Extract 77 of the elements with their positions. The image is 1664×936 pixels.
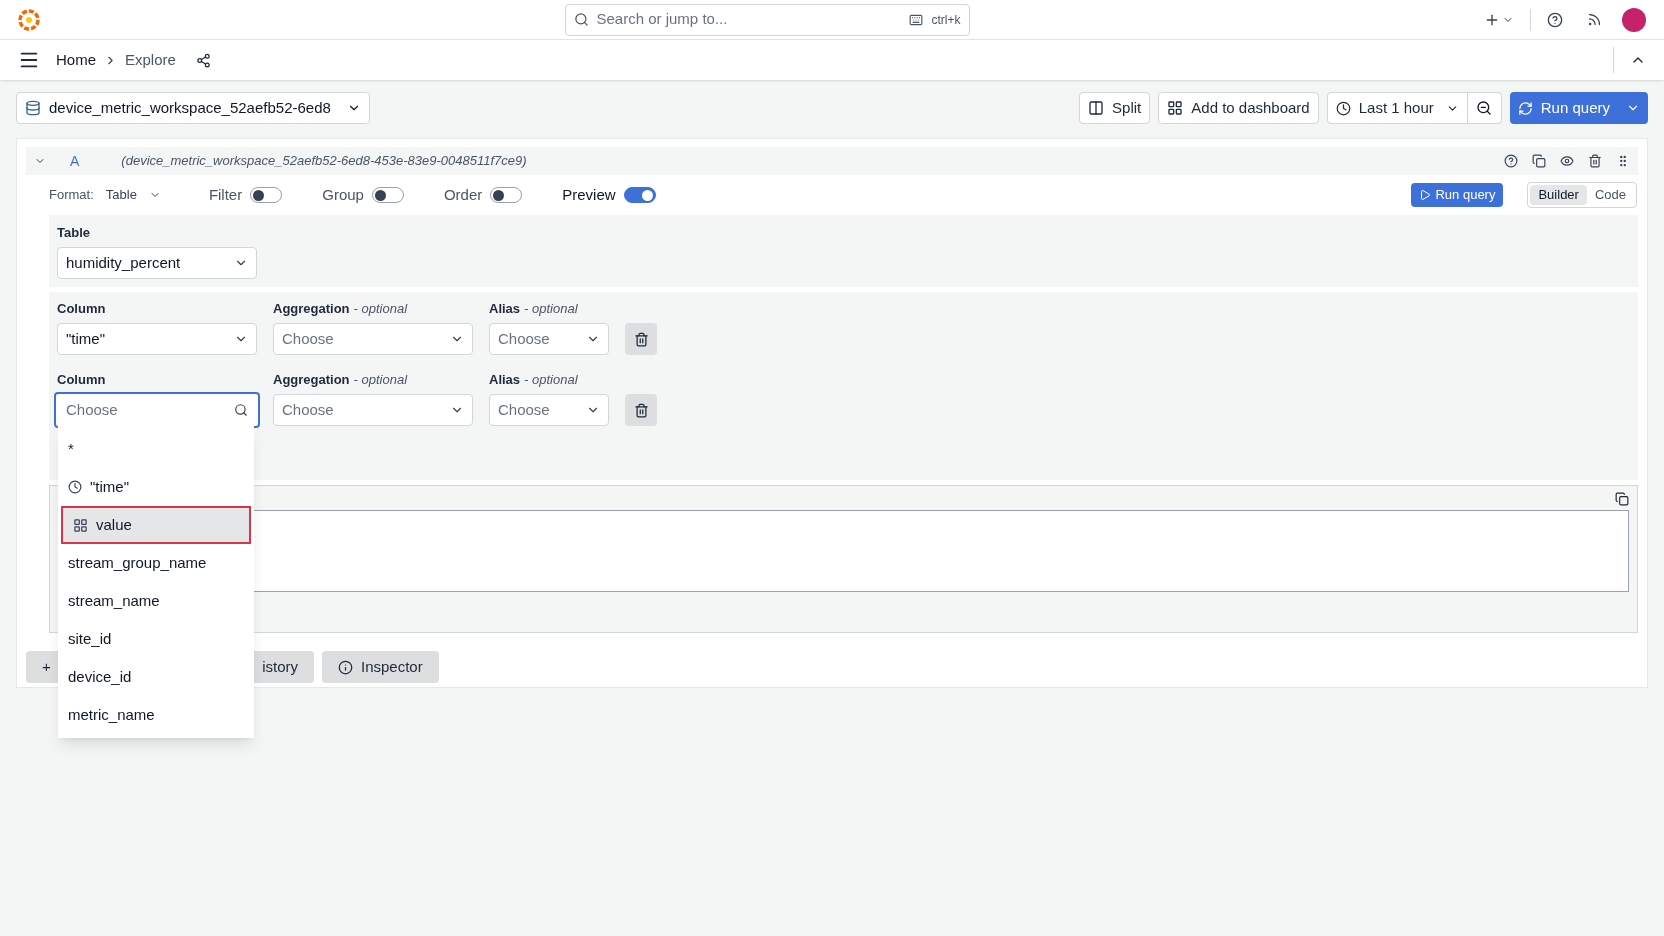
dropdown-option[interactable]: value xyxy=(61,506,251,544)
toggle-switch[interactable] xyxy=(623,187,656,203)
query-datasource: (device_metric_workspace_52aefb52-6ed8-453e-83e9-0048511f7ce9) xyxy=(121,152,527,171)
dropdown-option[interactable]: stream_name xyxy=(58,582,254,620)
field-label: Alias xyxy=(489,300,521,319)
alias-select[interactable]: Choose xyxy=(489,394,609,426)
copy-icon[interactable] xyxy=(1615,492,1629,506)
field-hint: - optional xyxy=(353,371,408,390)
column-search-field[interactable]: Choose xyxy=(54,392,260,428)
field-hint: - optional xyxy=(353,300,408,319)
keyboard-icon xyxy=(909,12,924,27)
grid-icon xyxy=(1167,100,1184,116)
zoom-out-button[interactable] xyxy=(1467,92,1502,124)
column-select[interactable]: "time" xyxy=(57,323,257,355)
field-label: Aggregation xyxy=(273,300,350,319)
field-hint: - optional xyxy=(524,371,578,390)
alias-select[interactable]: Choose xyxy=(489,323,609,355)
copy-icon[interactable] xyxy=(1532,154,1546,168)
play-icon xyxy=(1419,189,1432,201)
run-query-button[interactable]: Run query xyxy=(1411,183,1504,207)
clock-icon xyxy=(1335,100,1351,116)
toggle-label: Order xyxy=(443,184,483,205)
toggle-switch[interactable] xyxy=(371,187,404,203)
dropdown-option[interactable]: metric_name xyxy=(58,696,254,734)
rss-icon[interactable] xyxy=(1587,12,1602,27)
toggle-label: Preview xyxy=(562,184,616,205)
dropdown-option[interactable]: "time" xyxy=(58,468,254,506)
delete-button[interactable] xyxy=(625,323,657,355)
dropdown-option[interactable]: stream_group_name xyxy=(58,544,254,582)
dropdown-option[interactable]: * xyxy=(58,430,254,468)
toggle-switch[interactable] xyxy=(250,187,283,203)
format-label: Format: xyxy=(49,186,94,205)
delete-icon[interactable] xyxy=(1588,154,1602,168)
clock-icon xyxy=(68,480,82,494)
mode-tab[interactable]: Builder xyxy=(1530,185,1587,205)
zoom-out-icon xyxy=(1476,100,1493,116)
field-hint: - optional xyxy=(524,300,578,319)
field-label: Column xyxy=(57,300,106,319)
dropdown-option[interactable]: device_id xyxy=(58,658,254,696)
field-label: Table xyxy=(57,224,90,243)
query-ref: A xyxy=(70,151,80,171)
toggle-label: Filter xyxy=(208,184,243,205)
dropdown-option[interactable]: site_id xyxy=(58,620,254,658)
field-label: Column xyxy=(57,371,106,390)
add-to-dashboard-button[interactable]: Add to dashboard xyxy=(1158,92,1319,124)
share-icon[interactable] xyxy=(195,52,211,68)
datasource-picker[interactable]: device_metric_workspace_52aefb52-6ed8 xyxy=(16,92,370,124)
mode-tab[interactable]: Code xyxy=(1586,185,1634,205)
inspector-button[interactable]: Inspector xyxy=(322,651,439,683)
time-range-picker[interactable]: Last 1 hour xyxy=(1326,92,1468,124)
columns-icon xyxy=(1088,100,1105,116)
trash-icon xyxy=(633,331,649,347)
database-icon xyxy=(25,100,41,116)
toggle-switch[interactable] xyxy=(490,187,523,203)
aggregation-select[interactable]: Choose xyxy=(273,394,473,426)
delete-button[interactable] xyxy=(625,394,657,426)
format-select[interactable]: Table xyxy=(105,185,161,205)
field-label: Alias xyxy=(489,371,521,390)
search-field[interactable]: Search or jump to... ctrl+k xyxy=(564,3,970,36)
toggle-label: Group xyxy=(322,184,364,205)
field-label: Aggregation xyxy=(273,371,350,390)
info-icon xyxy=(338,659,353,675)
refresh-icon xyxy=(1517,100,1533,116)
search-icon xyxy=(573,12,589,27)
grid-icon xyxy=(73,517,88,533)
eye-icon[interactable] xyxy=(1560,154,1574,168)
breadcrumb-link[interactable]: Explore xyxy=(125,48,176,72)
breadcrumb-link[interactable]: Home xyxy=(56,48,96,72)
search-icon xyxy=(234,403,248,417)
help-icon[interactable] xyxy=(1547,11,1563,28)
select-field[interactable]: humidity_percent xyxy=(57,247,257,279)
split-button[interactable]: Split xyxy=(1079,92,1151,124)
trash-icon xyxy=(633,402,649,418)
logo-icon xyxy=(18,8,40,31)
help-icon[interactable] xyxy=(1504,154,1518,168)
aggregation-select[interactable]: Choose xyxy=(273,323,473,355)
avatar[interactable] xyxy=(1622,7,1646,32)
